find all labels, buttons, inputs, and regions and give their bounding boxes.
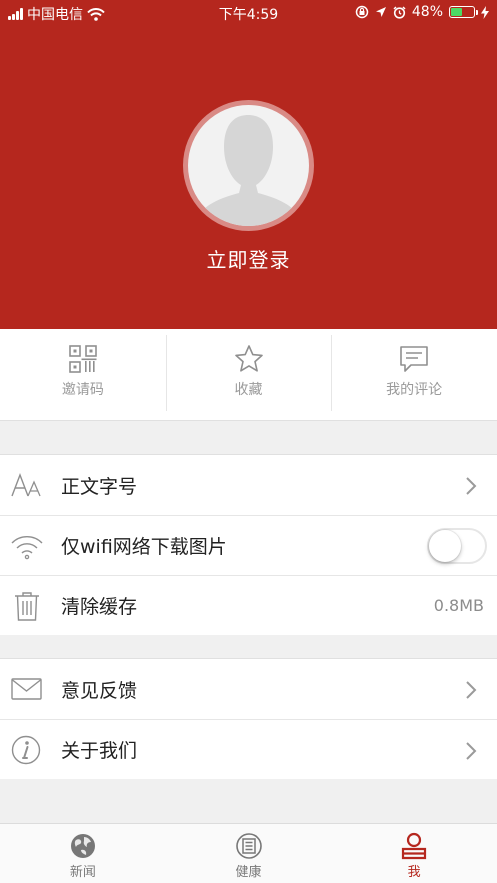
chevron-right-icon: [466, 681, 477, 699]
quick-actions: 邀请码 收藏 我的评论: [0, 329, 497, 421]
tab-health[interactable]: 健康: [166, 824, 332, 883]
invite-code-button[interactable]: 邀请码: [0, 329, 166, 420]
trash-icon: [15, 592, 39, 621]
about-us-label: 关于我们: [61, 740, 138, 762]
feedback-row[interactable]: 意见反馈: [0, 659, 497, 719]
font-size-row[interactable]: 正文字号: [0, 455, 497, 515]
chevron-right-icon: [466, 477, 477, 495]
charging-icon: [481, 5, 489, 19]
status-right: 48%: [355, 4, 489, 20]
tab-news[interactable]: 新闻: [0, 824, 166, 883]
about-us-row[interactable]: 关于我们: [0, 719, 497, 779]
wifi-only-toggle[interactable]: [427, 528, 487, 564]
tab-bar: 新闻 健康 我: [0, 823, 497, 883]
chevron-right-icon: [466, 742, 477, 760]
wifi-only-row: 仅wifi网络下载图片: [0, 515, 497, 575]
tab-news-label: 新闻: [69, 865, 96, 880]
settings-group-about: 意见反馈 关于我们: [0, 658, 497, 779]
wifi-icon: [11, 536, 43, 560]
login-button[interactable]: 立即登录: [0, 244, 497, 273]
profile-header: 中国电信 下午4:59 48% 立即登录: [0, 0, 497, 329]
status-bar: 中国电信 下午4:59 48%: [0, 0, 497, 26]
location-icon: [375, 7, 386, 17]
health-icon: [235, 833, 262, 859]
rotation-lock-icon: [355, 5, 369, 19]
clear-cache-label: 清除缓存: [61, 596, 138, 618]
avatar[interactable]: [183, 100, 314, 231]
star-icon: [234, 345, 263, 372]
tab-health-label: 健康: [235, 865, 262, 880]
default-avatar-icon: [188, 105, 309, 226]
battery-icon: [449, 6, 478, 18]
tab-me[interactable]: 我: [331, 824, 497, 883]
favorites-button[interactable]: 收藏: [165, 329, 332, 420]
globe-icon: [70, 834, 95, 858]
tab-me-label: 我: [407, 865, 421, 880]
qr-code-icon: [69, 345, 97, 373]
user-icon: [402, 832, 427, 860]
feedback-label: 意见反馈: [61, 679, 138, 702]
info-icon: [11, 735, 41, 765]
toggle-knob: [429, 530, 461, 562]
clear-cache-row[interactable]: 清除缓存 0.8MB: [0, 575, 497, 635]
font-size-label: 正文字号: [61, 475, 138, 498]
comment-icon: [400, 346, 428, 372]
my-comments-button[interactable]: 我的评论: [331, 329, 497, 420]
favorites-label: 收藏: [234, 382, 263, 398]
invite-code-label: 邀请码: [61, 382, 104, 398]
wifi-only-label: 仅wifi网络下载图片: [61, 536, 227, 558]
mail-icon: [11, 678, 42, 700]
alarm-icon: [393, 5, 406, 19]
font-size-icon: [11, 473, 41, 497]
settings-group-display: 正文字号 仅wifi网络下载图片 清除缓存 0.8MB: [0, 454, 497, 635]
battery-percent: 48%: [411, 4, 443, 20]
my-comments-label: 我的评论: [386, 382, 443, 398]
cache-size-value: 0.8MB: [433, 596, 484, 615]
